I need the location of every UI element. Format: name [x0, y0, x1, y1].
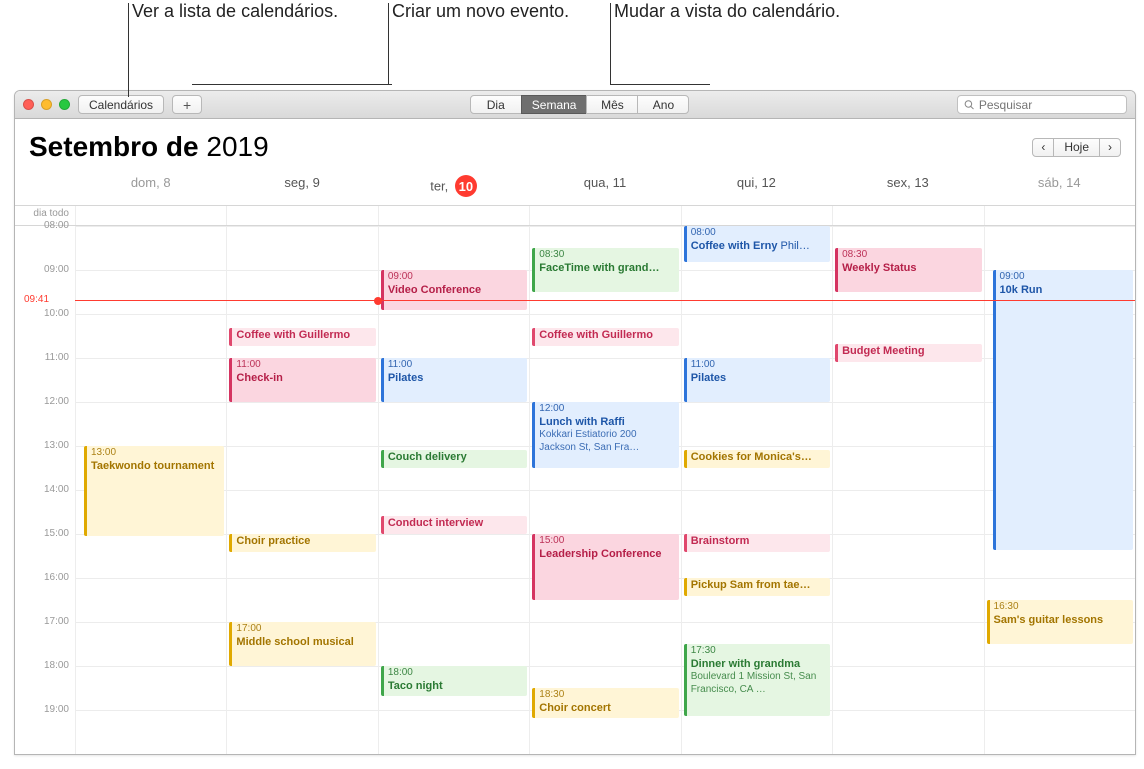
calendar-event[interactable]: 08:00Coffee with Erny Phil…: [684, 226, 830, 262]
calendar-event[interactable]: 12:00Lunch with RaffiKokkari Estiatorio …: [532, 402, 678, 468]
minimize-icon[interactable]: [41, 99, 52, 110]
day-header: seg, 9: [226, 169, 377, 205]
now-indicator-dot: [374, 297, 382, 305]
calendar-event[interactable]: Budget Meeting: [835, 344, 981, 362]
search-field[interactable]: [957, 95, 1127, 114]
callout-change-view: Mudar a vista do calendário.: [614, 1, 840, 21]
hour-label: 18:00: [15, 660, 75, 704]
page-title: Setembro de 2019: [29, 131, 269, 163]
calendar-event[interactable]: 11:00Pilates: [381, 358, 527, 402]
calendar-event[interactable]: 17:30Dinner with grandmaBoulevard 1 Miss…: [684, 644, 830, 716]
hour-label: 13:00: [15, 440, 75, 484]
hour-label: 14:00: [15, 484, 75, 528]
add-event-button[interactable]: +: [172, 95, 202, 114]
calendar-event[interactable]: 15:00Leadership Conference: [532, 534, 678, 600]
day-column-wed[interactable]: 08:30FaceTime with grand… Coffee with Gui…: [529, 226, 680, 754]
calendar-event[interactable]: 11:00Pilates: [684, 358, 830, 402]
calendar-event[interactable]: Conduct interview: [381, 516, 527, 534]
hour-label: 12:00: [15, 396, 75, 440]
view-switcher: Dia Semana Mês Ano: [470, 95, 690, 114]
plus-icon: +: [183, 98, 191, 112]
today-badge: 10: [455, 175, 477, 197]
calendar-event[interactable]: 18:00Taco night: [381, 666, 527, 696]
calendar-event[interactable]: 08:30Weekly Status: [835, 248, 981, 292]
calendar-event[interactable]: Pickup Sam from tae…: [684, 578, 830, 596]
day-column-sat[interactable]: 09:0010k Run 16:30Sam's guitar lessons: [984, 226, 1135, 754]
calendar-event[interactable]: 17:00Middle school musical: [229, 622, 375, 666]
calendar-event[interactable]: Couch delivery: [381, 450, 527, 468]
hour-label: 10:00: [15, 308, 75, 352]
calendar-event[interactable]: Brainstorm: [684, 534, 830, 552]
hour-label: 08:00: [15, 220, 75, 264]
hour-label: 16:00: [15, 572, 75, 616]
calendar-event[interactable]: 13:00Taekwondo tournament: [84, 446, 224, 536]
calendars-button[interactable]: Calendários: [78, 95, 164, 114]
calendar-event[interactable]: Coffee with Guillermo: [229, 328, 375, 346]
close-icon[interactable]: [23, 99, 34, 110]
prev-button[interactable]: ‹: [1032, 138, 1054, 157]
day-header: ter, 10: [378, 169, 529, 205]
next-button[interactable]: ›: [1099, 138, 1121, 157]
day-header: dom, 8: [75, 169, 226, 205]
day-column-mon[interactable]: Coffee with Guillermo 11:00Check-in Choir …: [226, 226, 377, 754]
calendar-event[interactable]: 11:00Check-in: [229, 358, 375, 402]
day-header: sex, 13: [832, 169, 983, 205]
calendar-event[interactable]: Cookies for Monica's…: [684, 450, 830, 468]
day-column-tue[interactable]: 09:00Video Conference 11:00Pilates Couch d…: [378, 226, 529, 754]
titlebar: Calendários + Dia Semana Mês Ano: [15, 91, 1135, 119]
calendar-event[interactable]: 08:30FaceTime with grand…: [532, 248, 678, 292]
view-week[interactable]: Semana: [521, 95, 588, 114]
search-input[interactable]: [979, 98, 1120, 112]
hour-label: 19:00: [15, 704, 75, 748]
calendar-event[interactable]: 18:30Choir concert: [532, 688, 678, 718]
view-year[interactable]: Ano: [637, 95, 689, 114]
day-column-thu[interactable]: 08:00Coffee with Erny Phil… 11:00Pilates C…: [681, 226, 832, 754]
calendar-event[interactable]: 16:30Sam's guitar lessons: [987, 600, 1133, 644]
hour-label: 11:00: [15, 352, 75, 396]
callout-new-event: Criar um novo evento.: [392, 1, 569, 21]
callout-view-calendars: Ver a lista de calendários.: [132, 1, 338, 21]
calendar-event[interactable]: 09:0010k Run: [993, 270, 1133, 550]
calendar-event[interactable]: 09:00Video Conference: [381, 270, 527, 310]
fullscreen-icon[interactable]: [59, 99, 70, 110]
hour-label: 17:00: [15, 616, 75, 660]
now-time-label: 09:41: [21, 294, 52, 305]
calendar-window: Calendários + Dia Semana Mês Ano Setembr…: [14, 90, 1136, 755]
view-day[interactable]: Dia: [470, 95, 522, 114]
day-column-fri[interactable]: 08:30Weekly Status Budget Meeting: [832, 226, 983, 754]
day-header: sáb, 14: [984, 169, 1135, 205]
day-column-sun[interactable]: 13:00Taekwondo tournament: [75, 226, 226, 754]
day-header: qua, 11: [529, 169, 680, 205]
today-button[interactable]: Hoje: [1053, 138, 1100, 157]
search-icon: [964, 99, 975, 111]
view-month[interactable]: Mês: [586, 95, 638, 114]
calendar-event[interactable]: Choir practice: [229, 534, 375, 552]
day-header: qui, 12: [681, 169, 832, 205]
hour-label: 15:00: [15, 528, 75, 572]
calendar-event[interactable]: Coffee with Guillermo: [532, 328, 678, 346]
